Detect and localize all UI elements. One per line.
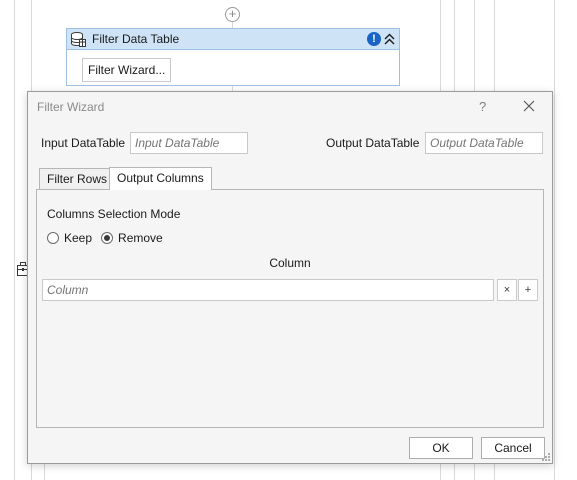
dialog-title: Filter Wizard: [37, 100, 105, 114]
resize-grip-icon[interactable]: [541, 452, 551, 462]
activity-title: Filter Data Table: [92, 32, 180, 46]
keep-radio[interactable]: [47, 232, 59, 244]
input-datatable-label: Input DataTable: [41, 136, 126, 150]
remove-radio-label[interactable]: Remove: [118, 231, 163, 245]
cancel-button[interactable]: Cancel: [481, 437, 545, 459]
column-input[interactable]: [42, 279, 494, 301]
ok-button[interactable]: OK: [409, 437, 473, 459]
input-datatable-field[interactable]: [130, 132, 248, 154]
canvas-guide-line: [454, 464, 455, 480]
canvas-guide-line: [454, 0, 455, 92]
keep-radio-label[interactable]: Keep: [64, 231, 92, 245]
help-button[interactable]: ?: [479, 99, 486, 114]
database-table-icon: [71, 32, 86, 47]
columns-selection-mode-label: Columns Selection Mode: [47, 207, 181, 221]
plus-circle-icon[interactable]: +: [225, 7, 240, 22]
remove-radio[interactable]: [101, 232, 114, 244]
filter-wizard-button[interactable]: Filter Wizard...: [82, 58, 172, 82]
dialog-titlebar[interactable]: Filter Wizard ?: [28, 92, 552, 122]
double-chevron-up-icon[interactable]: [383, 31, 396, 47]
canvas-guide-line: [14, 0, 15, 480]
canvas-guide-line: [440, 0, 441, 92]
output-datatable-field[interactable]: [425, 132, 543, 154]
column-header: Column: [269, 256, 311, 270]
canvas-guide-line: [440, 464, 441, 480]
output-columns-panel: Columns Selection Mode Keep Remove Colum…: [36, 189, 544, 428]
output-datatable-label: Output DataTable: [326, 136, 420, 150]
canvas-guide-line: [554, 0, 555, 480]
tab-filter-rows[interactable]: Filter Rows: [39, 168, 116, 190]
exclamation-icon[interactable]: !: [367, 32, 381, 46]
add-column-button[interactable]: +: [518, 279, 538, 301]
filter-wizard-dialog: Filter Wizard ? Input DataTable Output D…: [27, 91, 553, 464]
mode-radio-group: Keep Remove: [47, 231, 172, 245]
close-icon[interactable]: [521, 98, 537, 114]
datatable-io-row: Input DataTable Output DataTable: [28, 132, 552, 154]
activity-header[interactable]: Filter Data Table !: [67, 29, 399, 50]
remove-column-button[interactable]: ×: [497, 279, 517, 301]
tab-output-columns[interactable]: Output Columns: [109, 167, 212, 190]
filter-data-table-activity[interactable]: Filter Data Table ! Filter Wizard...: [66, 28, 400, 86]
